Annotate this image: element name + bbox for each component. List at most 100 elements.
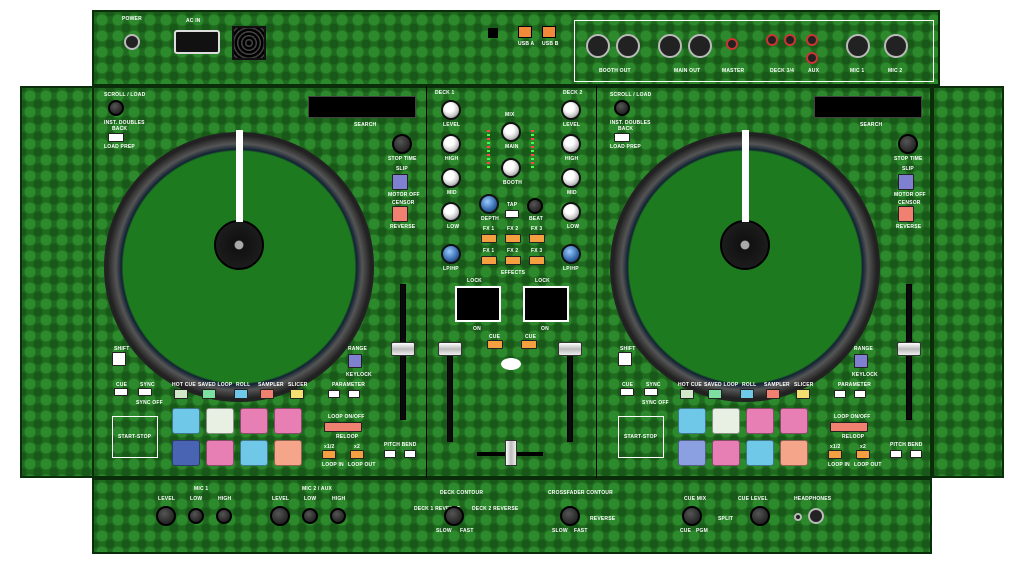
- saved-loop-mode-button[interactable]: [202, 389, 216, 399]
- pitch-bend-minus-button[interactable]: [384, 450, 396, 458]
- saved-loop-mode-button[interactable]: [708, 389, 722, 399]
- deck2-channel-fader-cap[interactable]: [558, 342, 582, 356]
- mic1-high-knob[interactable]: [216, 508, 232, 524]
- loop-in-button[interactable]: [322, 450, 336, 459]
- deck1-fx1-button[interactable]: [481, 234, 497, 243]
- shift-button[interactable]: [112, 352, 126, 366]
- performance-pad-8[interactable]: [274, 440, 302, 466]
- censor-button[interactable]: [392, 206, 408, 222]
- deck1-low-knob[interactable]: [441, 202, 461, 222]
- sampler-mode-button[interactable]: [260, 389, 274, 399]
- stop-time-knob[interactable]: [898, 134, 918, 154]
- deck1-level-knob[interactable]: [441, 100, 461, 120]
- deck2-high-knob[interactable]: [561, 134, 581, 154]
- hot-cue-mode-button[interactable]: [680, 389, 694, 399]
- sampler-mode-button[interactable]: [766, 389, 780, 399]
- deck2-filter-knob[interactable]: [561, 244, 581, 264]
- parameter-plus-button[interactable]: [854, 390, 866, 398]
- performance-pad-1[interactable]: [172, 408, 200, 434]
- cue-level-knob[interactable]: [750, 506, 770, 526]
- power-switch[interactable]: [124, 34, 140, 50]
- loop-on-off-button[interactable]: [830, 422, 868, 432]
- mic2-high-knob[interactable]: [330, 508, 346, 524]
- roll-mode-button[interactable]: [234, 389, 248, 399]
- deck1-channel-fader[interactable]: [447, 346, 453, 442]
- performance-pad-6[interactable]: [712, 440, 740, 466]
- range-button[interactable]: [348, 354, 362, 368]
- deck1-mid-knob[interactable]: [441, 168, 461, 188]
- shift-button[interactable]: [618, 352, 632, 366]
- loop-in-button[interactable]: [828, 450, 842, 459]
- cue-button[interactable]: [114, 388, 128, 396]
- cue-button[interactable]: [620, 388, 634, 396]
- deck2-fx1-button[interactable]: [481, 256, 497, 265]
- deck2-fader-lock[interactable]: [523, 286, 569, 322]
- deck1-high-knob[interactable]: [441, 134, 461, 154]
- search-strip[interactable]: [308, 96, 416, 118]
- tap-button[interactable]: [505, 210, 519, 218]
- loop-on-off-button[interactable]: [324, 422, 362, 432]
- deck-contour-knob[interactable]: [444, 506, 464, 526]
- deck2-low-knob[interactable]: [561, 202, 581, 222]
- crossfader-contour-knob[interactable]: [560, 506, 580, 526]
- performance-pad-2[interactable]: [206, 408, 234, 434]
- sync-button[interactable]: [644, 388, 658, 396]
- performance-pad-7[interactable]: [746, 440, 774, 466]
- performance-pad-6[interactable]: [206, 440, 234, 466]
- usb-selector[interactable]: [488, 28, 498, 38]
- search-strip[interactable]: [814, 96, 922, 118]
- pitch-fader-cap[interactable]: [391, 342, 415, 356]
- deck1-channel-fader-cap[interactable]: [438, 342, 462, 356]
- performance-pad-7[interactable]: [240, 440, 268, 466]
- back-button[interactable]: [614, 133, 630, 142]
- deck1-fx3-button[interactable]: [529, 234, 545, 243]
- back-button[interactable]: [108, 133, 124, 142]
- mic2-low-knob[interactable]: [302, 508, 318, 524]
- performance-pad-2[interactable]: [712, 408, 740, 434]
- performance-pad-8[interactable]: [780, 440, 808, 466]
- hot-cue-mode-button[interactable]: [174, 389, 188, 399]
- deck2-channel-fader[interactable]: [567, 346, 573, 442]
- performance-pad-4[interactable]: [274, 408, 302, 434]
- sync-button[interactable]: [138, 388, 152, 396]
- pitch-bend-plus-button[interactable]: [404, 450, 416, 458]
- browse-encoder[interactable]: [108, 100, 124, 116]
- slip-button[interactable]: [898, 174, 914, 190]
- deck1-fx2-button[interactable]: [505, 234, 521, 243]
- cue-mix-knob[interactable]: [682, 506, 702, 526]
- censor-button[interactable]: [898, 206, 914, 222]
- deck1-fader-lock[interactable]: [455, 286, 501, 322]
- deck2-fx2-button[interactable]: [505, 256, 521, 265]
- browse-encoder[interactable]: [614, 100, 630, 116]
- slip-button[interactable]: [392, 174, 408, 190]
- pitch-fader-cap[interactable]: [897, 342, 921, 356]
- mic2-level-knob[interactable]: [270, 506, 290, 526]
- booth-level-knob[interactable]: [501, 158, 521, 178]
- crossfader-cap[interactable]: [505, 440, 517, 466]
- parameter-minus-button[interactable]: [328, 390, 340, 398]
- performance-pad-5[interactable]: [678, 440, 706, 466]
- performance-pad-4[interactable]: [780, 408, 808, 434]
- pitch-bend-plus-button[interactable]: [910, 450, 922, 458]
- stop-time-knob[interactable]: [392, 134, 412, 154]
- performance-pad-3[interactable]: [746, 408, 774, 434]
- parameter-plus-button[interactable]: [348, 390, 360, 398]
- range-button[interactable]: [854, 354, 868, 368]
- slicer-mode-button[interactable]: [796, 389, 810, 399]
- fx-depth-knob[interactable]: [479, 194, 499, 214]
- fx-beat-encoder[interactable]: [527, 198, 543, 214]
- mic1-level-knob[interactable]: [156, 506, 176, 526]
- performance-pad-1[interactable]: [678, 408, 706, 434]
- parameter-minus-button[interactable]: [834, 390, 846, 398]
- performance-pad-5[interactable]: [172, 440, 200, 466]
- deck1-cue-button[interactable]: [487, 340, 503, 349]
- deck2-level-knob[interactable]: [561, 100, 581, 120]
- pitch-bend-minus-button[interactable]: [890, 450, 902, 458]
- slicer-mode-button[interactable]: [290, 389, 304, 399]
- deck2-fx3-button[interactable]: [529, 256, 545, 265]
- deck1-filter-knob[interactable]: [441, 244, 461, 264]
- deck2-cue-button[interactable]: [521, 340, 537, 349]
- roll-mode-button[interactable]: [740, 389, 754, 399]
- loop-out-button[interactable]: [856, 450, 870, 459]
- loop-out-button[interactable]: [350, 450, 364, 459]
